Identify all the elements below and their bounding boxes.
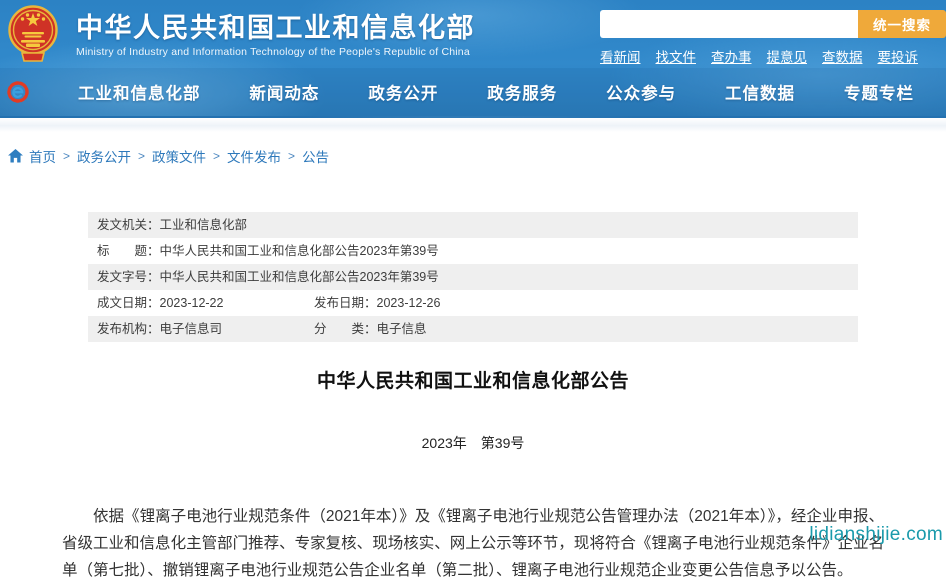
nav-item-ministry[interactable]: 工业和信息化部 xyxy=(78,80,201,104)
meta-label: 发布机构： xyxy=(97,322,160,336)
meta-label: 标 题： xyxy=(97,244,160,258)
breadcrumb-separator: > xyxy=(213,149,221,163)
breadcrumb-disclosure[interactable]: 政务公开 xyxy=(77,146,131,166)
meta-label: 分 类： xyxy=(314,322,377,336)
nav-item-public[interactable]: 公众参与 xyxy=(606,80,676,104)
meta-cell: 成文日期： 2023-12-22 xyxy=(97,290,314,316)
quick-link-complaint[interactable]: 要投诉 xyxy=(878,46,919,66)
meta-cell: 发布机构： 电子信息司 xyxy=(97,316,314,342)
meta-cell: 分 类： 电子信息 xyxy=(314,316,427,342)
meta-value: 电子信息司 xyxy=(159,322,223,336)
nav-item-topics[interactable]: 专题专栏 xyxy=(844,80,914,104)
meta-row-dates: 成文日期： 2023-12-22 发布日期： 2023-12-26 xyxy=(88,290,858,316)
article-title: 中华人民共和国工业和信息化部公告 xyxy=(316,371,629,392)
nav-item-disclosure[interactable]: 政务公开 xyxy=(368,80,438,104)
meta-row-issuing-agency: 发文机关： 工业和信息化部 xyxy=(88,212,858,238)
nav-items: 工业和信息化部 新闻动态 政务公开 政务服务 公众参与 工信数据 专题专栏 xyxy=(44,80,920,104)
nav-item-news[interactable]: 新闻动态 xyxy=(249,80,319,104)
national-emblem-icon xyxy=(8,5,58,62)
page: { "header": { "site_name_zh": "中华人民共和国工业… xyxy=(0,0,946,579)
breadcrumb-home[interactable]: 首页 xyxy=(29,146,56,166)
meta-cell: 发文字号： 中华人民共和国工业和信息化部公告2023年第39号 xyxy=(97,264,439,290)
watermark: lidianshijie.com xyxy=(809,524,943,545)
banner-top: 中华人民共和国工业和信息化部 Ministry of Industry and … xyxy=(0,0,946,68)
meta-row-title: 标 题： 中华人民共和国工业和信息化部公告2023年第39号 xyxy=(88,238,858,264)
nav-item-data[interactable]: 工信数据 xyxy=(725,80,795,104)
unified-search-button[interactable]: 统一搜索 xyxy=(858,10,946,38)
meta-row-doc-number: 发文字号： 中华人民共和国工业和信息化部公告2023年第39号 xyxy=(88,264,858,290)
meta-value: 中华人民共和国工业和信息化部公告2023年第39号 xyxy=(159,270,439,284)
meta-cell: 发布日期： 2023-12-26 xyxy=(314,290,440,316)
breadcrumb-current-announcement: 公告 xyxy=(302,150,330,165)
site-title: 中华人民共和国工业和信息化部 xyxy=(76,13,475,43)
quick-links: 看新闻 找文件 查办事 提意见 查数据 要投诉 xyxy=(600,46,946,66)
document-meta-table: 发文机关： 工业和信息化部 标 题： 中华人民共和国工业和信息化部公告2023年… xyxy=(88,212,858,342)
meta-cell: 发文机关： 工业和信息化部 xyxy=(97,212,247,238)
main-nav: 工业和信息化部 新闻动态 政务公开 政务服务 公众参与 工信数据 专题专栏 xyxy=(0,68,946,116)
quick-link-data[interactable]: 查数据 xyxy=(822,46,863,66)
site-logo-link[interactable]: 中华人民共和国工业和信息化部 Ministry of Industry and … xyxy=(8,4,475,64)
quick-link-services[interactable]: 查办事 xyxy=(711,46,752,66)
meta-value: 中华人民共和国工业和信息化部公告2023年第39号 xyxy=(159,244,439,258)
article-doc-number: 2023年 第39号 xyxy=(421,435,525,451)
quick-link-feedback[interactable]: 提意见 xyxy=(767,46,808,66)
breadcrumb-separator: > xyxy=(288,149,296,163)
banner-shadow-strip xyxy=(0,118,946,132)
breadcrumb: 首页 > 政务公开 > 政策文件 > 文件发布 > 公告 xyxy=(8,146,946,166)
breadcrumb-separator: > xyxy=(138,149,146,163)
meta-cell: 标 题： 中华人民共和国工业和信息化部公告2023年第39号 xyxy=(97,238,439,264)
meta-label: 发文字号： xyxy=(97,270,160,284)
meta-label: 发布日期： xyxy=(314,296,377,310)
search-input[interactable] xyxy=(600,10,858,38)
meta-value: 2023-12-22 xyxy=(159,296,224,310)
meta-row-org-category: 发布机构： 电子信息司 分 类： 电子信息 xyxy=(88,316,858,342)
meta-value: 2023-12-26 xyxy=(376,296,441,310)
site-banner: 中华人民共和国工业和信息化部 Ministry of Industry and … xyxy=(0,0,946,118)
breadcrumb-separator: > xyxy=(63,149,71,163)
gov-e-logo-icon xyxy=(7,81,29,103)
breadcrumb-doc-release[interactable]: 文件发布 xyxy=(227,146,281,166)
meta-value: 电子信息 xyxy=(376,322,427,336)
quick-link-files[interactable]: 找文件 xyxy=(656,46,697,66)
meta-label: 成文日期： xyxy=(97,296,160,310)
search-bar: 统一搜索 xyxy=(600,10,946,38)
home-icon[interactable] xyxy=(8,149,23,163)
meta-value: 工业和信息化部 xyxy=(159,218,248,232)
site-subtitle: Ministry of Industry and Information Tec… xyxy=(76,46,470,58)
quick-link-news[interactable]: 看新闻 xyxy=(600,46,641,66)
meta-label: 发文机关： xyxy=(97,218,160,232)
brand-text: 中华人民共和国工业和信息化部 Ministry of Industry and … xyxy=(76,4,475,58)
search-zone: 统一搜索 看新闻 找文件 查办事 提意见 查数据 要投诉 xyxy=(600,10,946,66)
nav-item-services[interactable]: 政务服务 xyxy=(487,80,557,104)
breadcrumb-policy-docs[interactable]: 政策文件 xyxy=(152,146,206,166)
